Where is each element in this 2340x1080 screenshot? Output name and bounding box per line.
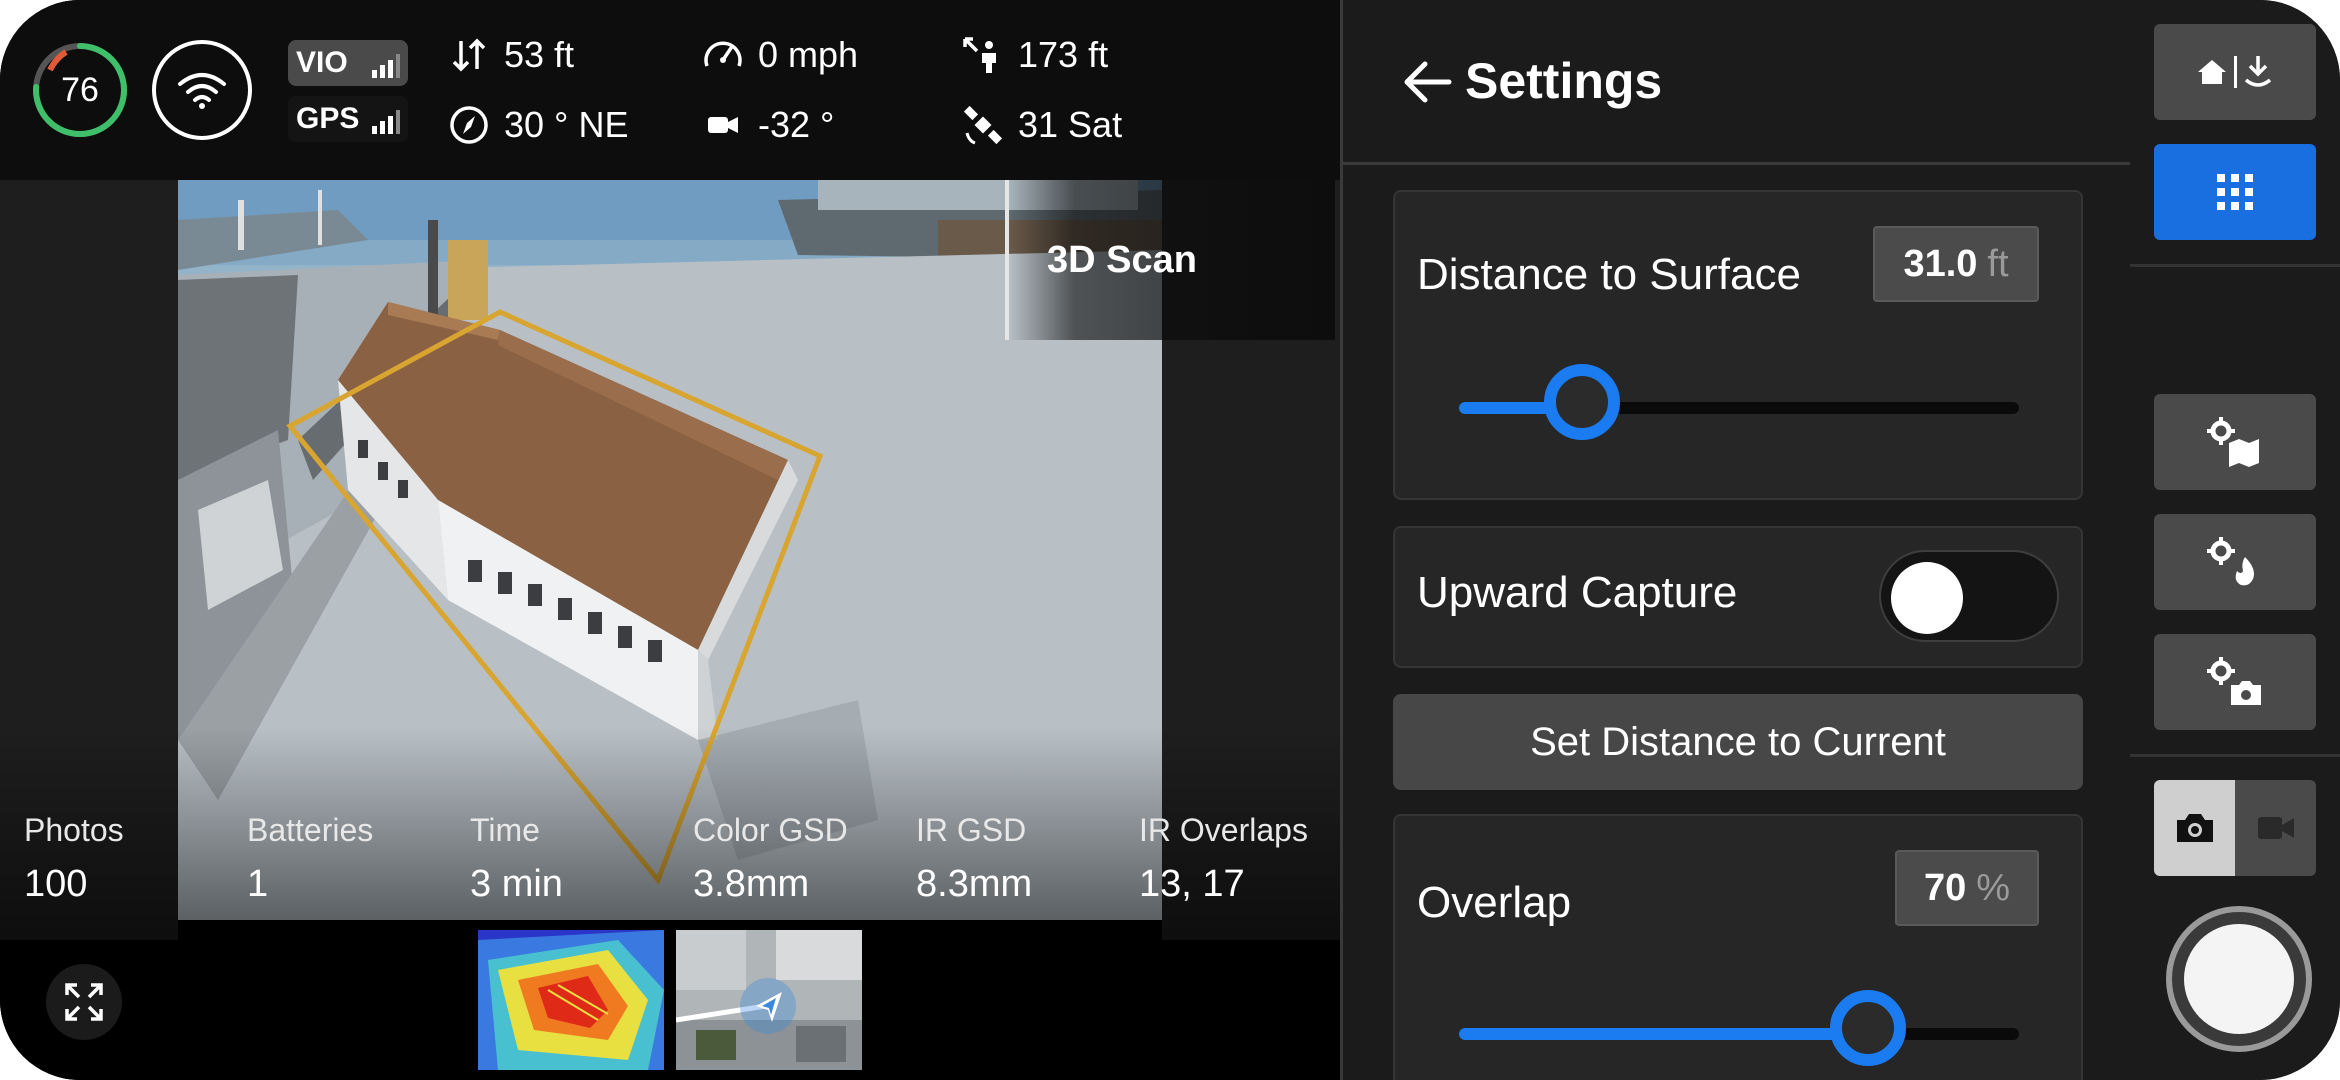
- gps-status-badge: GPS: [288, 96, 408, 142]
- return-home-land-button[interactable]: [2154, 24, 2316, 120]
- gimbal-camera-icon: [700, 102, 746, 148]
- gimbal-readout: -32 °: [700, 100, 834, 150]
- vio-status-badge: VIO: [288, 40, 408, 86]
- distance-value-field[interactable]: 31.0 ft: [1873, 226, 2039, 302]
- speed-readout: 0 mph: [700, 30, 858, 80]
- settings-header: Settings: [1343, 0, 2133, 165]
- grid-menu-button[interactable]: [2154, 144, 2316, 240]
- gear-camera-icon: [2207, 657, 2261, 705]
- overlap-label: Overlap: [1417, 878, 1572, 927]
- fullscreen-button[interactable]: [46, 964, 122, 1040]
- distance-to-surface-card: Distance to Surface 31.0 ft: [1393, 190, 2083, 500]
- telemetry-bar: 76 VIO GPS 53 ft 0 mph 173 ft 30 ° NE -3…: [0, 0, 1340, 180]
- gear-flame-icon: [2207, 537, 2254, 586]
- speedometer-icon: [700, 32, 746, 78]
- thermal-view-thumbnail[interactable]: [478, 930, 664, 1070]
- expand-icon: [65, 983, 103, 1021]
- camera-icon: [2176, 814, 2213, 842]
- photo-mode-button[interactable]: [2154, 780, 2235, 876]
- overlap-slider[interactable]: [1459, 990, 2019, 1066]
- heading-readout: 30 ° NE: [446, 100, 628, 150]
- vio-label: VIO: [296, 46, 348, 79]
- upward-capture-card: Upward Capture: [1393, 526, 2083, 668]
- settings-panel: Settings Distance to Surface 31.0 ft Upw…: [1340, 0, 2133, 1080]
- slider-thumb[interactable]: [1544, 364, 1621, 440]
- camera-view: 3D Scan 76 VIO GPS 53 ft 0 mph 173 ft 30…: [0, 0, 1340, 1080]
- slider-thumb[interactable]: [1829, 990, 1906, 1066]
- toggle-knob: [1891, 562, 1963, 634]
- stat-color-gsd: Color GSD 3.8mm: [693, 812, 848, 905]
- slider-fill: [1459, 1028, 1868, 1040]
- set-distance-to-current-button[interactable]: Set Distance to Current: [1393, 694, 2083, 790]
- shutter-inner: [2184, 924, 2294, 1034]
- satellite-icon: [960, 102, 1006, 148]
- camera-settings-button[interactable]: [2154, 634, 2316, 730]
- map-view-thumbnail[interactable]: [676, 930, 862, 1070]
- back-arrow-icon[interactable]: [1401, 56, 1453, 108]
- stat-photos: Photos 100: [24, 812, 124, 905]
- stat-time: Time 3 min: [470, 812, 563, 905]
- distance-slider[interactable]: [1459, 364, 2019, 440]
- home-distance-icon: [960, 32, 1006, 78]
- battery-indicator[interactable]: 76: [30, 40, 130, 140]
- map-settings-button[interactable]: [2154, 394, 2316, 490]
- home-distance-readout: 173 ft: [960, 30, 1108, 80]
- signal-bars-icon: [372, 110, 400, 134]
- stat-batteries: Batteries 1: [247, 812, 374, 905]
- home-land-icon: [2198, 56, 2272, 88]
- drone-app-screen: 3D Scan 76 VIO GPS 53 ft 0 mph 173 ft 30…: [0, 0, 2340, 1080]
- video-camera-icon: [2257, 817, 2294, 839]
- overlap-value-field[interactable]: 70 %: [1895, 850, 2039, 926]
- stat-ir-gsd: IR GSD 8.3mm: [916, 812, 1033, 905]
- mission-mode-label: 3D Scan: [1005, 180, 1335, 340]
- upward-capture-label: Upward Capture: [1417, 568, 1738, 617]
- stat-ir-overlaps: IR Overlaps 13, 17: [1139, 812, 1308, 905]
- gps-label: GPS: [296, 102, 360, 135]
- thermal-image: [478, 930, 664, 1070]
- shutter-button[interactable]: [2166, 906, 2312, 1052]
- wifi-icon: [178, 73, 226, 109]
- overlap-card: Overlap 70 %: [1393, 814, 2083, 1080]
- altitude-arrows-icon: [446, 32, 492, 78]
- rail-divider: [2130, 754, 2340, 757]
- mission-mode-text: 3D Scan: [1047, 238, 1197, 281]
- wifi-signal-button[interactable]: [152, 40, 252, 140]
- distance-to-surface-label: Distance to Surface: [1417, 250, 1801, 299]
- capture-mode-toggle[interactable]: [2154, 780, 2316, 876]
- bottom-bar: [0, 940, 1340, 1080]
- battery-percent: 76: [61, 70, 99, 109]
- satellite-readout: 31 Sat: [960, 100, 1122, 150]
- map-image: [676, 930, 862, 1070]
- thermal-settings-button[interactable]: [2154, 514, 2316, 610]
- gear-map-icon: [2207, 417, 2259, 467]
- video-mode-button[interactable]: [2235, 780, 2316, 876]
- settings-title: Settings: [1465, 53, 1663, 109]
- right-tool-rail: [2130, 0, 2340, 1080]
- compass-icon: [446, 102, 492, 148]
- grid-dots-icon: [2217, 174, 2253, 210]
- signal-bars-icon: [372, 54, 400, 78]
- rail-divider: [2130, 264, 2340, 267]
- upward-capture-toggle[interactable]: [1879, 550, 2059, 642]
- altitude-readout: 53 ft: [446, 30, 574, 80]
